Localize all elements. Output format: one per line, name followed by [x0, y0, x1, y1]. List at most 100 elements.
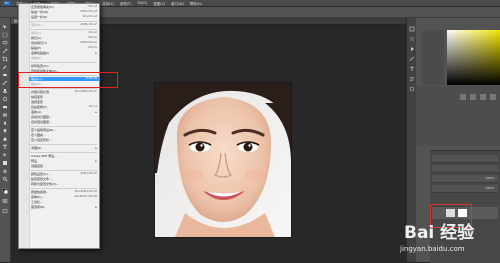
paragraph-panel-icon[interactable]: [409, 76, 415, 82]
menu-item-label: 首选项(N): [31, 205, 45, 209]
zoom-tool-icon[interactable]: [2, 176, 8, 182]
edit-menu-item[interactable]: 自动混合图层...: [29, 120, 99, 124]
edit-menu-item[interactable]: 首选项(N) ▸: [29, 205, 99, 209]
color-swatches-icon[interactable]: [2, 188, 8, 194]
magic-wand-tool-icon[interactable]: [2, 48, 8, 54]
edit-menu-item[interactable]: 预设 ▸: [29, 159, 99, 163]
edit-menu-item[interactable]: 渐隐(D)... Shift+Ctrl+F: [29, 23, 99, 27]
menu-select[interactable]: 选择(S): [101, 1, 115, 6]
edit-menu-item[interactable]: 拼写检查(H)...: [29, 64, 99, 68]
eyedropper-tool-icon[interactable]: [2, 64, 8, 70]
gradient-tool-icon[interactable]: [2, 112, 8, 118]
clone-stamp-tool-icon[interactable]: [2, 88, 8, 94]
edit-menu-item[interactable]: 选择性粘贴(I) ▸: [29, 51, 99, 55]
menu-view[interactable]: 视图(V): [152, 1, 166, 6]
edit-menu-item[interactable]: 清理(R) ▸: [29, 146, 99, 150]
color-panel[interactable]: [447, 30, 500, 85]
adjustment-icon[interactable]: [470, 94, 476, 100]
adjustment-icon[interactable]: [460, 94, 466, 100]
menu-item-label: 内容识别比例: [31, 90, 50, 94]
edit-menu-item[interactable]: 合并拷贝(Y) Shift+Ctrl+C: [29, 41, 99, 45]
edit-menu-item[interactable]: 菜单(U)... Alt+Shift+Ctrl+M: [29, 195, 99, 199]
menu-item-label: Adobe PDF 预设...: [31, 154, 58, 158]
layers-panel-header: [432, 155, 498, 163]
photoshop-logo: Ps: [3, 0, 11, 6]
edit-menu-item[interactable]: 工具栏...: [29, 200, 99, 204]
actions-panel-icon[interactable]: [409, 46, 415, 52]
edit-menu-item[interactable]: 定义图案...: [29, 133, 99, 137]
edit-menu-item[interactable]: 清除(E): [29, 56, 99, 60]
marquee-tool-icon[interactable]: [2, 32, 8, 38]
submenu-arrow-icon: ▸: [95, 146, 97, 150]
edit-menu-item[interactable]: 键盘快捷键... Alt+Shift+Ctrl+K: [29, 190, 99, 194]
menu-separator: [29, 152, 97, 153]
pen-tool-icon[interactable]: [2, 136, 8, 142]
edit-menu-item[interactable]: 转换为配置文件(V)...: [29, 182, 99, 186]
edit-menu-item[interactable]: 剪切(T) Ctrl+X: [29, 31, 99, 35]
layers-filter-row[interactable]: [432, 165, 498, 173]
hand-tool-icon[interactable]: [2, 168, 8, 174]
edit-dropdown-menu: 还原颜色填充(O) Ctrl+Z 前进一步(W) Shift+Ctrl+Z 后退一步(K…: [18, 3, 100, 249]
layers-blend-row[interactable]: 100%: [432, 175, 498, 183]
menu-window[interactable]: 窗口(W): [170, 1, 185, 6]
menu-item-label: 拼写检查(H)...: [31, 64, 51, 68]
opacity-value[interactable]: 100%: [485, 176, 494, 180]
character-panel-icon[interactable]: [409, 66, 415, 72]
move-tool-icon[interactable]: [2, 24, 8, 30]
edit-menu-item[interactable]: 前进一步(W) Shift+Ctrl+Z: [29, 10, 99, 14]
edit-menu-item[interactable]: 内容识别比例 Alt+Shift+Ctrl+C: [29, 90, 99, 94]
blur-tool-icon[interactable]: [2, 120, 8, 126]
fill-value[interactable]: 100%: [485, 186, 494, 190]
screen-mode-icon[interactable]: [2, 208, 8, 214]
menu-item-label: 远程连接...: [31, 164, 46, 168]
edit-menu-item[interactable]: 定义自定形状...: [29, 138, 99, 142]
history-panel-icon[interactable]: [409, 26, 415, 32]
edit-menu-item[interactable]: 还原颜色填充(O) Ctrl+Z: [29, 5, 99, 9]
adjustment-icon[interactable]: [490, 94, 496, 100]
submenu-arrow-icon: ▸: [95, 159, 97, 163]
submenu-arrow-icon: ▸: [95, 51, 97, 55]
menu-item-label: 定义画笔预设(B)...: [31, 128, 57, 132]
edit-menu-item[interactable]: Adobe PDF 预设...: [29, 154, 99, 158]
eraser-tool-icon[interactable]: [2, 104, 8, 110]
crop-tool-icon[interactable]: [2, 56, 8, 62]
edit-menu-item[interactable]: 操控变形: [29, 95, 99, 99]
healing-brush-tool-icon[interactable]: [2, 72, 8, 78]
edit-menu-item[interactable]: 定义画笔预设(B)...: [29, 128, 99, 132]
menu-item-label: 自动混合图层...: [31, 120, 52, 124]
brush-tool-icon[interactable]: [2, 80, 8, 86]
menu-item-label: 渐隐(D)...: [31, 23, 45, 27]
menu-item-shortcut: Alt+Shift+Ctrl+M: [74, 195, 97, 198]
history-brush-tool-icon[interactable]: [2, 96, 8, 102]
type-tool-icon[interactable]: [2, 144, 8, 150]
brush-panel-icon[interactable]: [409, 56, 415, 62]
edit-menu-item[interactable]: 透视变形: [29, 100, 99, 104]
edit-menu-item[interactable]: 变换(A) ▸: [29, 110, 99, 114]
edit-menu-item[interactable]: 粘贴(P) Ctrl+V: [29, 46, 99, 50]
quick-mask-icon[interactable]: [2, 198, 8, 204]
edit-menu-item[interactable]: 后退一步(K) Alt+Ctrl+Z: [29, 15, 99, 19]
edit-menu-item[interactable]: 指定配置文件...: [29, 177, 99, 181]
menu-separator: [29, 88, 97, 89]
menu-item-label: 清理(R): [31, 146, 42, 150]
adjustment-icon[interactable]: [480, 94, 486, 100]
edit-menu-item[interactable]: 远程连接...: [29, 164, 99, 168]
lasso-tool-icon[interactable]: [2, 40, 8, 46]
path-selection-tool-icon[interactable]: [2, 152, 8, 158]
menu-3d[interactable]: 3D(D): [136, 1, 148, 5]
shape-tool-icon[interactable]: [2, 160, 8, 166]
portrait-photo[interactable]: [154, 82, 292, 238]
menu-item-label: 转换为配置文件(V)...: [31, 182, 60, 186]
edit-menu-item[interactable]: 拷贝(C) Ctrl+C: [29, 36, 99, 40]
menu-help[interactable]: 帮助(H): [189, 1, 203, 6]
edit-menu-item[interactable]: 自动对齐图层...: [29, 115, 99, 119]
menu-item-shortcut: Shift+Ctrl+K: [80, 172, 97, 175]
menu-separator: [29, 188, 97, 189]
dodge-tool-icon[interactable]: [2, 128, 8, 134]
properties-panel-icon[interactable]: [409, 36, 415, 42]
menu-filter[interactable]: 滤镜(T): [119, 1, 133, 6]
info-panel-icon[interactable]: [409, 86, 415, 92]
layers-lock-row[interactable]: 100%: [432, 185, 498, 193]
edit-menu-item[interactable]: 自由变换(F) Ctrl+T: [29, 105, 99, 109]
edit-menu-item[interactable]: 颜色设置(G)... Shift+Ctrl+K: [29, 172, 99, 176]
